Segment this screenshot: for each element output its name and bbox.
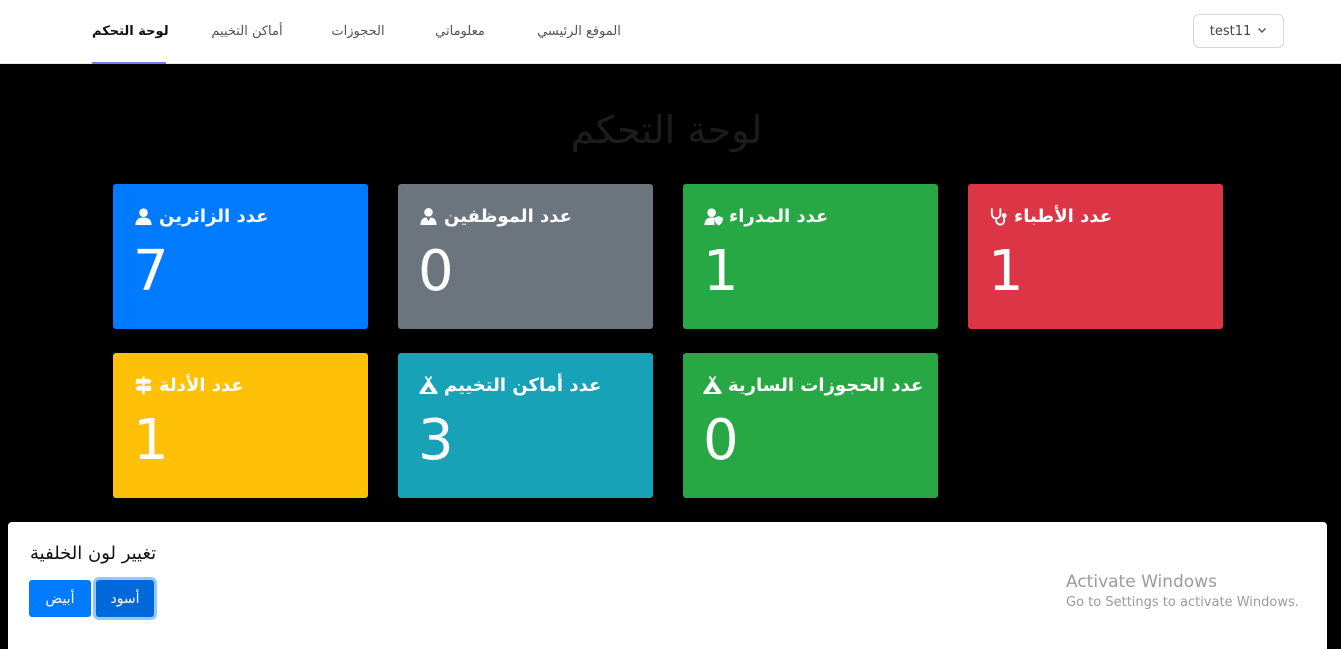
- user-shield-icon: [703, 207, 723, 227]
- card-visitors: عدد الزائرين 7: [113, 184, 368, 329]
- card-value: 0: [418, 239, 454, 304]
- campground-icon: [418, 376, 438, 396]
- nav-my-info[interactable]: معلوماتي: [428, 0, 492, 64]
- username: test11: [1209, 23, 1252, 39]
- card-value: 3: [418, 408, 454, 473]
- page-title: لوحة التحكم: [570, 108, 763, 152]
- card-value: 0: [703, 408, 739, 473]
- nav-dashboard[interactable]: لوحة التحكم: [92, 0, 169, 64]
- signs-post-icon: [133, 376, 153, 396]
- nav-campsites[interactable]: أماكن التخييم: [206, 0, 288, 64]
- nav-main-site[interactable]: الموقع الرئيسي: [533, 0, 625, 64]
- card-campsites: عدد أماكن التخييم 3: [398, 353, 653, 498]
- card-label: عدد أماكن التخييم: [444, 375, 602, 396]
- windows-activation-watermark: Activate Windows Go to Settings to activ…: [1066, 572, 1299, 610]
- card-guides: عدد الأدلة 1: [113, 353, 368, 498]
- campground-icon: [703, 376, 722, 396]
- card-value: 1: [133, 408, 169, 473]
- user-icon: [133, 207, 153, 227]
- card-value: 1: [703, 239, 739, 304]
- card-active-bookings: عدد الحجوزات السارية 0: [683, 353, 938, 498]
- nav-bookings[interactable]: الحجوزات: [328, 0, 388, 64]
- card-label: عدد الأدلة: [159, 375, 244, 396]
- card-label: عدد الموظفين: [444, 206, 572, 227]
- card-doctors: عدد الأطباء 1: [968, 184, 1223, 329]
- card-label: عدد الحجوزات السارية: [728, 375, 924, 396]
- background-panel-title: تغيير لون الخلفية: [30, 543, 157, 564]
- card-employees: عدد الموظفين 0: [398, 184, 653, 329]
- user-menu-dropdown[interactable]: test11: [1193, 14, 1284, 48]
- card-managers: عدد المدراء 1: [683, 184, 938, 329]
- card-label: عدد الأطباء: [1014, 206, 1113, 227]
- card-label: عدد الزائرين: [159, 206, 269, 227]
- black-background-button[interactable]: أسود: [96, 580, 154, 617]
- user-tie-icon: [418, 207, 438, 227]
- card-label: عدد المدراء: [729, 206, 829, 227]
- watermark-title: Activate Windows: [1066, 572, 1217, 592]
- top-navbar: لوحة التحكم أماكن التخييم الحجوزات معلوم…: [0, 0, 1341, 64]
- card-value: 7: [133, 239, 169, 304]
- stethoscope-icon: [988, 207, 1008, 227]
- watermark-subtitle: Go to Settings to activate Windows.: [1066, 595, 1299, 610]
- chevron-down-icon: [1257, 24, 1267, 39]
- white-background-button[interactable]: أبيض: [29, 580, 91, 617]
- card-value: 1: [988, 239, 1024, 304]
